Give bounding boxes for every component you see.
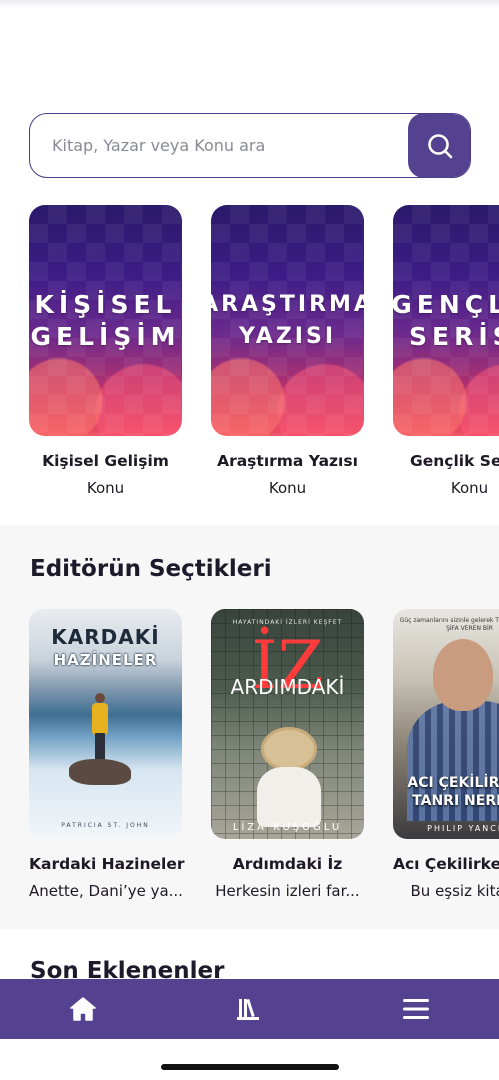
book-cover[interactable]: HAYATINDAKİ İZLERİ KEŞFET İZ ARDIMDAKİ L… — [211, 609, 364, 839]
search-bar — [29, 113, 471, 178]
topic-card[interactable]: KİŞİSEL GELİŞİM Kişisel Gelişim Konu — [29, 205, 182, 497]
cover-tagline: Güç zamanlarını sizinle gelerek TESELLİ … — [399, 617, 499, 632]
topic-cover[interactable]: KİŞİSEL GELİŞİM — [29, 205, 182, 436]
cover-tagline: HAYATINDAKİ İZLERİ KEŞFET — [232, 619, 343, 626]
book-title: Acı Çekilirken Tanrı Nerede — [393, 855, 499, 873]
editor-picks-section: Editörün Seçtikleri KARDAKİ HAZİNELER PA… — [0, 525, 499, 929]
topic-title: Gençlik Serisi — [410, 452, 499, 470]
nav-home-button[interactable] — [53, 979, 113, 1039]
book-description: Bu eşsiz kitap... — [410, 882, 499, 900]
cover-head — [433, 639, 493, 711]
book-description: Anette, Dani’ye ya... — [29, 882, 183, 900]
book-cover[interactable]: Güç zamanlarını sizinle gelerek TESELLİ … — [393, 609, 499, 839]
nav-library-button[interactable] — [219, 979, 279, 1039]
book-title: Kardaki Hazineler — [29, 855, 185, 873]
cover-author: LİZA KUŞOĞLU — [232, 822, 343, 833]
book-description: Herkesin izleri far... — [215, 882, 360, 900]
home-indicator-area — [0, 1039, 499, 1080]
cover-title: KARDAKİ — [51, 625, 160, 649]
cover-dress — [257, 767, 321, 827]
topic-cover-text: GENÇLİK SERİSİ — [393, 289, 499, 351]
menu-icon — [402, 999, 429, 1019]
status-area — [0, 0, 499, 8]
book-card[interactable]: Güç zamanlarını sizinle gelerek TESELLİ … — [393, 609, 499, 900]
section-title: Editörün Seçtikleri — [30, 556, 272, 582]
topic-cover[interactable]: ARAŞTIRMA YAZISI — [211, 205, 364, 436]
book-card[interactable]: HAYATINDAKİ İZLERİ KEŞFET İZ ARDIMDAKİ L… — [211, 609, 364, 900]
cover-title: ACI ÇEKİLİRKEN TANRI NEREDE — [407, 775, 499, 809]
home-indicator[interactable] — [161, 1064, 339, 1070]
topics-carousel[interactable]: KİŞİSEL GELİŞİM Kişisel Gelişim Konu ARA… — [0, 205, 499, 505]
topic-subtitle: Konu — [450, 479, 489, 497]
search-button[interactable] — [408, 114, 470, 177]
library-icon — [237, 998, 260, 1020]
cover-subtitle: HAZİNELER — [53, 651, 158, 669]
cover-title: ARDIMDAKİ — [230, 675, 345, 699]
cover-hat — [261, 727, 317, 771]
topic-title: Araştırma Yazısı — [217, 452, 358, 470]
cover-author: PHILIP YANCEY — [427, 824, 499, 833]
search-icon — [427, 133, 452, 158]
topic-title: Kişisel Gelişim — [42, 452, 169, 470]
home-icon — [70, 997, 96, 1021]
topic-cover-text: ARAŞTIRMA YAZISI — [211, 291, 364, 349]
cover-author: PATRICIA ST. JOHN — [61, 822, 150, 829]
topic-subtitle: Konu — [268, 479, 307, 497]
book-card[interactable]: KARDAKİ HAZİNELER PATRICIA ST. JOHN Kard… — [29, 609, 185, 900]
topic-card[interactable]: ARAŞTIRMA YAZISI Araştırma Yazısı Konu — [211, 205, 364, 497]
topic-subtitle: Konu — [86, 479, 125, 497]
topic-cover[interactable]: GENÇLİK SERİSİ — [393, 205, 499, 436]
book-title: Ardımdaki İz — [232, 855, 343, 873]
nav-menu-button[interactable] — [386, 979, 446, 1039]
cover-rock — [69, 759, 131, 785]
search-input[interactable] — [30, 114, 410, 176]
cover-figure — [92, 693, 108, 763]
editor-picks-carousel[interactable]: KARDAKİ HAZİNELER PATRICIA ST. JOHN Kard… — [0, 609, 499, 909]
topic-card[interactable]: GENÇLİK SERİSİ Gençlik Serisi Konu — [393, 205, 499, 497]
bottom-nav — [0, 979, 499, 1039]
book-cover[interactable]: KARDAKİ HAZİNELER PATRICIA ST. JOHN — [29, 609, 182, 839]
topic-cover-text: KİŞİSEL GELİŞİM — [30, 289, 181, 351]
